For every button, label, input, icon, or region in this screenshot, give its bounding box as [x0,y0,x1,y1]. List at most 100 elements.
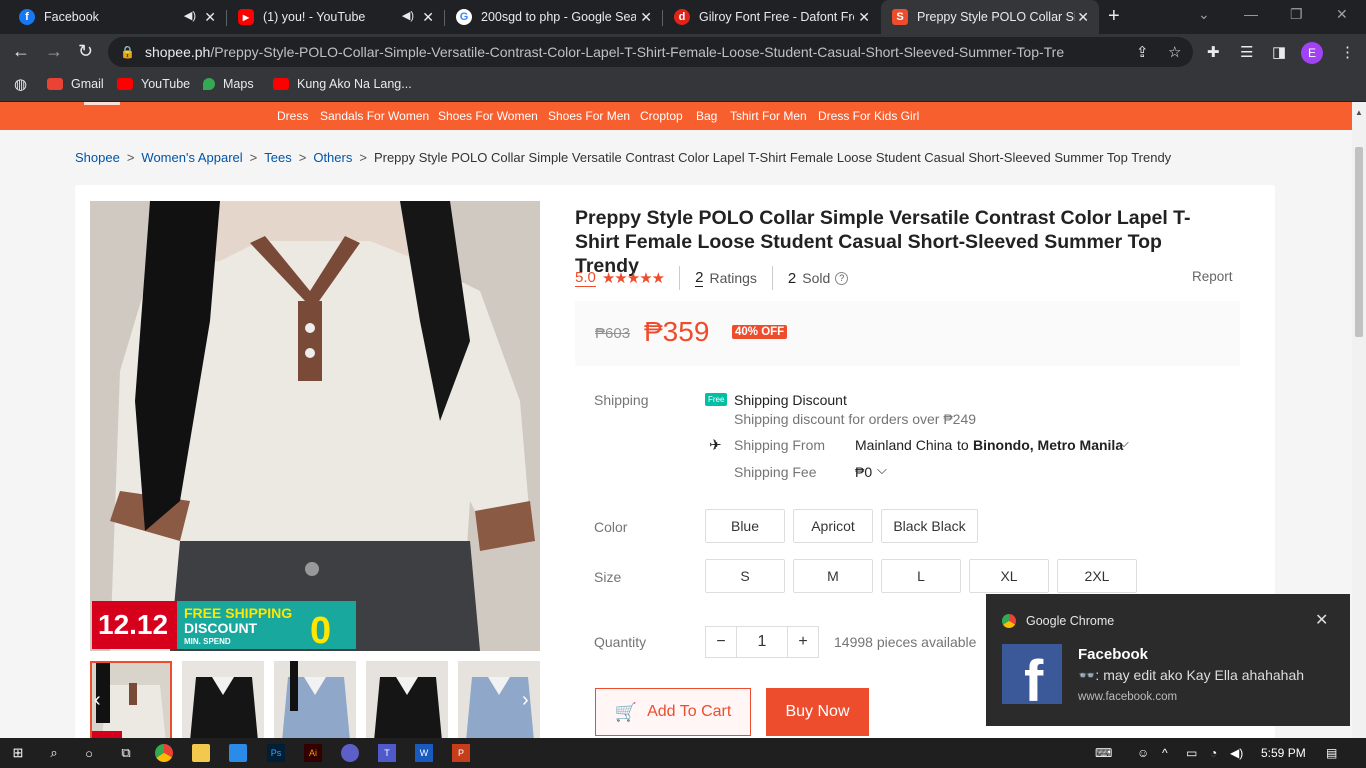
thumbnail-item[interactable] [90,661,172,741]
illustrator-icon[interactable]: Ai [304,744,322,762]
cortana-icon[interactable]: ○ [80,744,98,762]
reload-button[interactable]: ↻ [78,41,93,62]
tab-search-icon[interactable]: ⌄ [1198,6,1210,23]
close-tab-icon[interactable]: ✕ [858,9,870,26]
increase-quantity-button[interactable]: + [787,626,819,658]
photoshop-icon[interactable]: Ps [267,744,285,762]
teams-icon[interactable]: T [378,744,396,762]
page-scrollbar[interactable]: ▲ [1352,102,1366,738]
word-icon[interactable]: W [415,744,433,762]
speaker-icon[interactable]: ◀) [184,9,196,22]
windows-start-icon[interactable]: ⊞ [9,744,27,762]
volume-icon[interactable]: ◀) [1230,746,1243,760]
color-option-black[interactable]: Black Black [881,509,978,543]
extensions-icon[interactable]: ✚ [1207,43,1220,61]
back-button[interactable]: ← [12,41,30,62]
tray-keyboard-icon[interactable]: ⌨ [1095,746,1112,760]
chrome-notification[interactable]: Google Chrome ✕ f Facebook 👓: may edit a… [986,594,1350,726]
color-option-apricot[interactable]: Apricot [793,509,873,543]
maps-icon [203,78,215,90]
size-option-s[interactable]: S [705,559,785,593]
keyword-link[interactable]: Dress [277,109,308,123]
keyword-link[interactable]: Sandals For Women [320,109,429,123]
bookmark-gmail[interactable]: Gmail [47,77,104,91]
app-icon[interactable] [341,744,359,762]
chevron-up-icon[interactable]: ^ [1162,746,1168,760]
thumbnail-item[interactable] [366,661,448,741]
close-tab-icon[interactable]: ✕ [204,9,216,26]
report-link[interactable]: Report [1192,269,1233,284]
breadcrumb-link[interactable]: Shopee [75,150,120,165]
search-icon[interactable]: ⌕ [45,744,63,762]
close-window-button[interactable]: ✕ [1336,6,1348,23]
close-tab-icon[interactable]: ✕ [1077,9,1089,26]
battery-icon[interactable]: ▭ [1186,746,1197,760]
buy-now-button[interactable]: Buy Now [766,688,869,736]
media-control-icon[interactable]: ☰ [1240,43,1253,61]
keyword-link[interactable]: Shoes For Men [548,109,630,123]
size-option-m[interactable]: M [793,559,873,593]
globe-icon[interactable]: ◍ [14,75,27,93]
share-icon[interactable]: ⇪ [1136,43,1149,61]
keyword-link[interactable]: Shoes For Women [438,109,538,123]
new-tab-button[interactable]: + [1108,5,1120,28]
keyword-link[interactable]: Dress For Kids Girl [818,109,919,123]
speaker-icon[interactable]: ◀) [402,9,414,22]
color-option-blue[interactable]: Blue [705,509,785,543]
size-option-xl[interactable]: XL [969,559,1049,593]
breadcrumb-link[interactable]: Tees [264,150,291,165]
size-option-2xl[interactable]: 2XL [1057,559,1137,593]
quantity-input[interactable]: 1 [737,626,787,658]
action-center-icon[interactable]: ▤ [1326,746,1337,760]
clock-time[interactable]: 5:59 PM [1261,746,1306,760]
minimize-button[interactable]: — [1244,6,1258,22]
keyword-link[interactable]: Bag [696,109,717,123]
close-notification-icon[interactable]: ✕ [1315,610,1328,630]
product-main-image[interactable] [90,201,540,651]
tab-shopee-active[interactable]: S Preppy Style POLO Collar Sim ✕ [881,0,1099,34]
people-icon[interactable]: ☺ [1137,746,1149,760]
thumbnail-item[interactable] [274,661,356,741]
chevron-left-icon[interactable]: ‹ [94,689,101,712]
scrollbar-thumb[interactable] [1355,147,1363,337]
chevron-down-icon[interactable]: ⌵ [877,462,887,478]
size-option-l[interactable]: L [881,559,961,593]
forward-button[interactable]: → [45,41,63,62]
tab-youtube[interactable]: ▶ (1) you! - YouTube ◀) ✕ [219,0,444,34]
add-to-cart-button[interactable]: 🛒 Add To Cart [595,688,751,736]
scroll-up-icon[interactable]: ▲ [1355,108,1363,117]
chrome-taskbar-icon[interactable] [155,744,173,762]
tab-dafont[interactable]: d Gilroy Font Free - Dafont Fre ✕ [655,0,880,34]
keyword-link[interactable]: Tshirt For Men [730,109,807,123]
close-tab-icon[interactable]: ✕ [640,9,652,26]
bookmark-star-icon[interactable]: ☆ [1168,43,1181,61]
thumbnail-item[interactable] [182,661,264,741]
address-bar[interactable]: 🔒 shopee.ph/Preppy-Style-POLO-Collar-Sim… [108,37,1193,67]
breadcrumb-link[interactable]: Women's Apparel [141,150,242,165]
ratings-count[interactable]: 2 [695,269,704,287]
profile-avatar[interactable]: E [1301,42,1323,64]
bookmark-youtube[interactable]: YouTube [117,77,190,91]
restore-button[interactable]: ❐ [1290,6,1303,23]
store-icon[interactable] [229,744,247,762]
bookmark-maps[interactable]: Maps [203,77,254,91]
help-icon[interactable]: ? [835,271,849,285]
chevron-down-icon[interactable]: ⌵ [1119,435,1129,451]
tab-google-search[interactable]: G 200sgd to php - Google Sear ✕ [437,0,662,34]
chevron-right-icon[interactable]: › [522,689,529,712]
powerpoint-icon[interactable]: P [452,744,470,762]
bookmark-kung-ako[interactable]: Kung Ako Na Lang... [273,77,412,91]
file-explorer-icon[interactable] [192,744,210,762]
task-view-icon[interactable]: ⧉ [117,744,135,762]
wifi-icon[interactable]: ◔ [1210,746,1217,760]
tab-facebook[interactable]: f Facebook ◀) ✕ [0,0,226,34]
menu-icon[interactable]: ⋮ [1340,43,1355,61]
lock-icon[interactable]: 🔒 [120,45,135,59]
decrease-quantity-button[interactable]: − [705,626,737,658]
keyword-link[interactable]: Croptop [640,109,683,123]
rating-score[interactable]: 5.0 [575,269,596,287]
side-panel-icon[interactable]: ◨ [1272,43,1286,61]
close-tab-icon[interactable]: ✕ [422,9,434,26]
breadcrumb-link[interactable]: Others [313,150,352,165]
shipping-destination[interactable]: Binondo, Metro Manila [973,437,1123,453]
